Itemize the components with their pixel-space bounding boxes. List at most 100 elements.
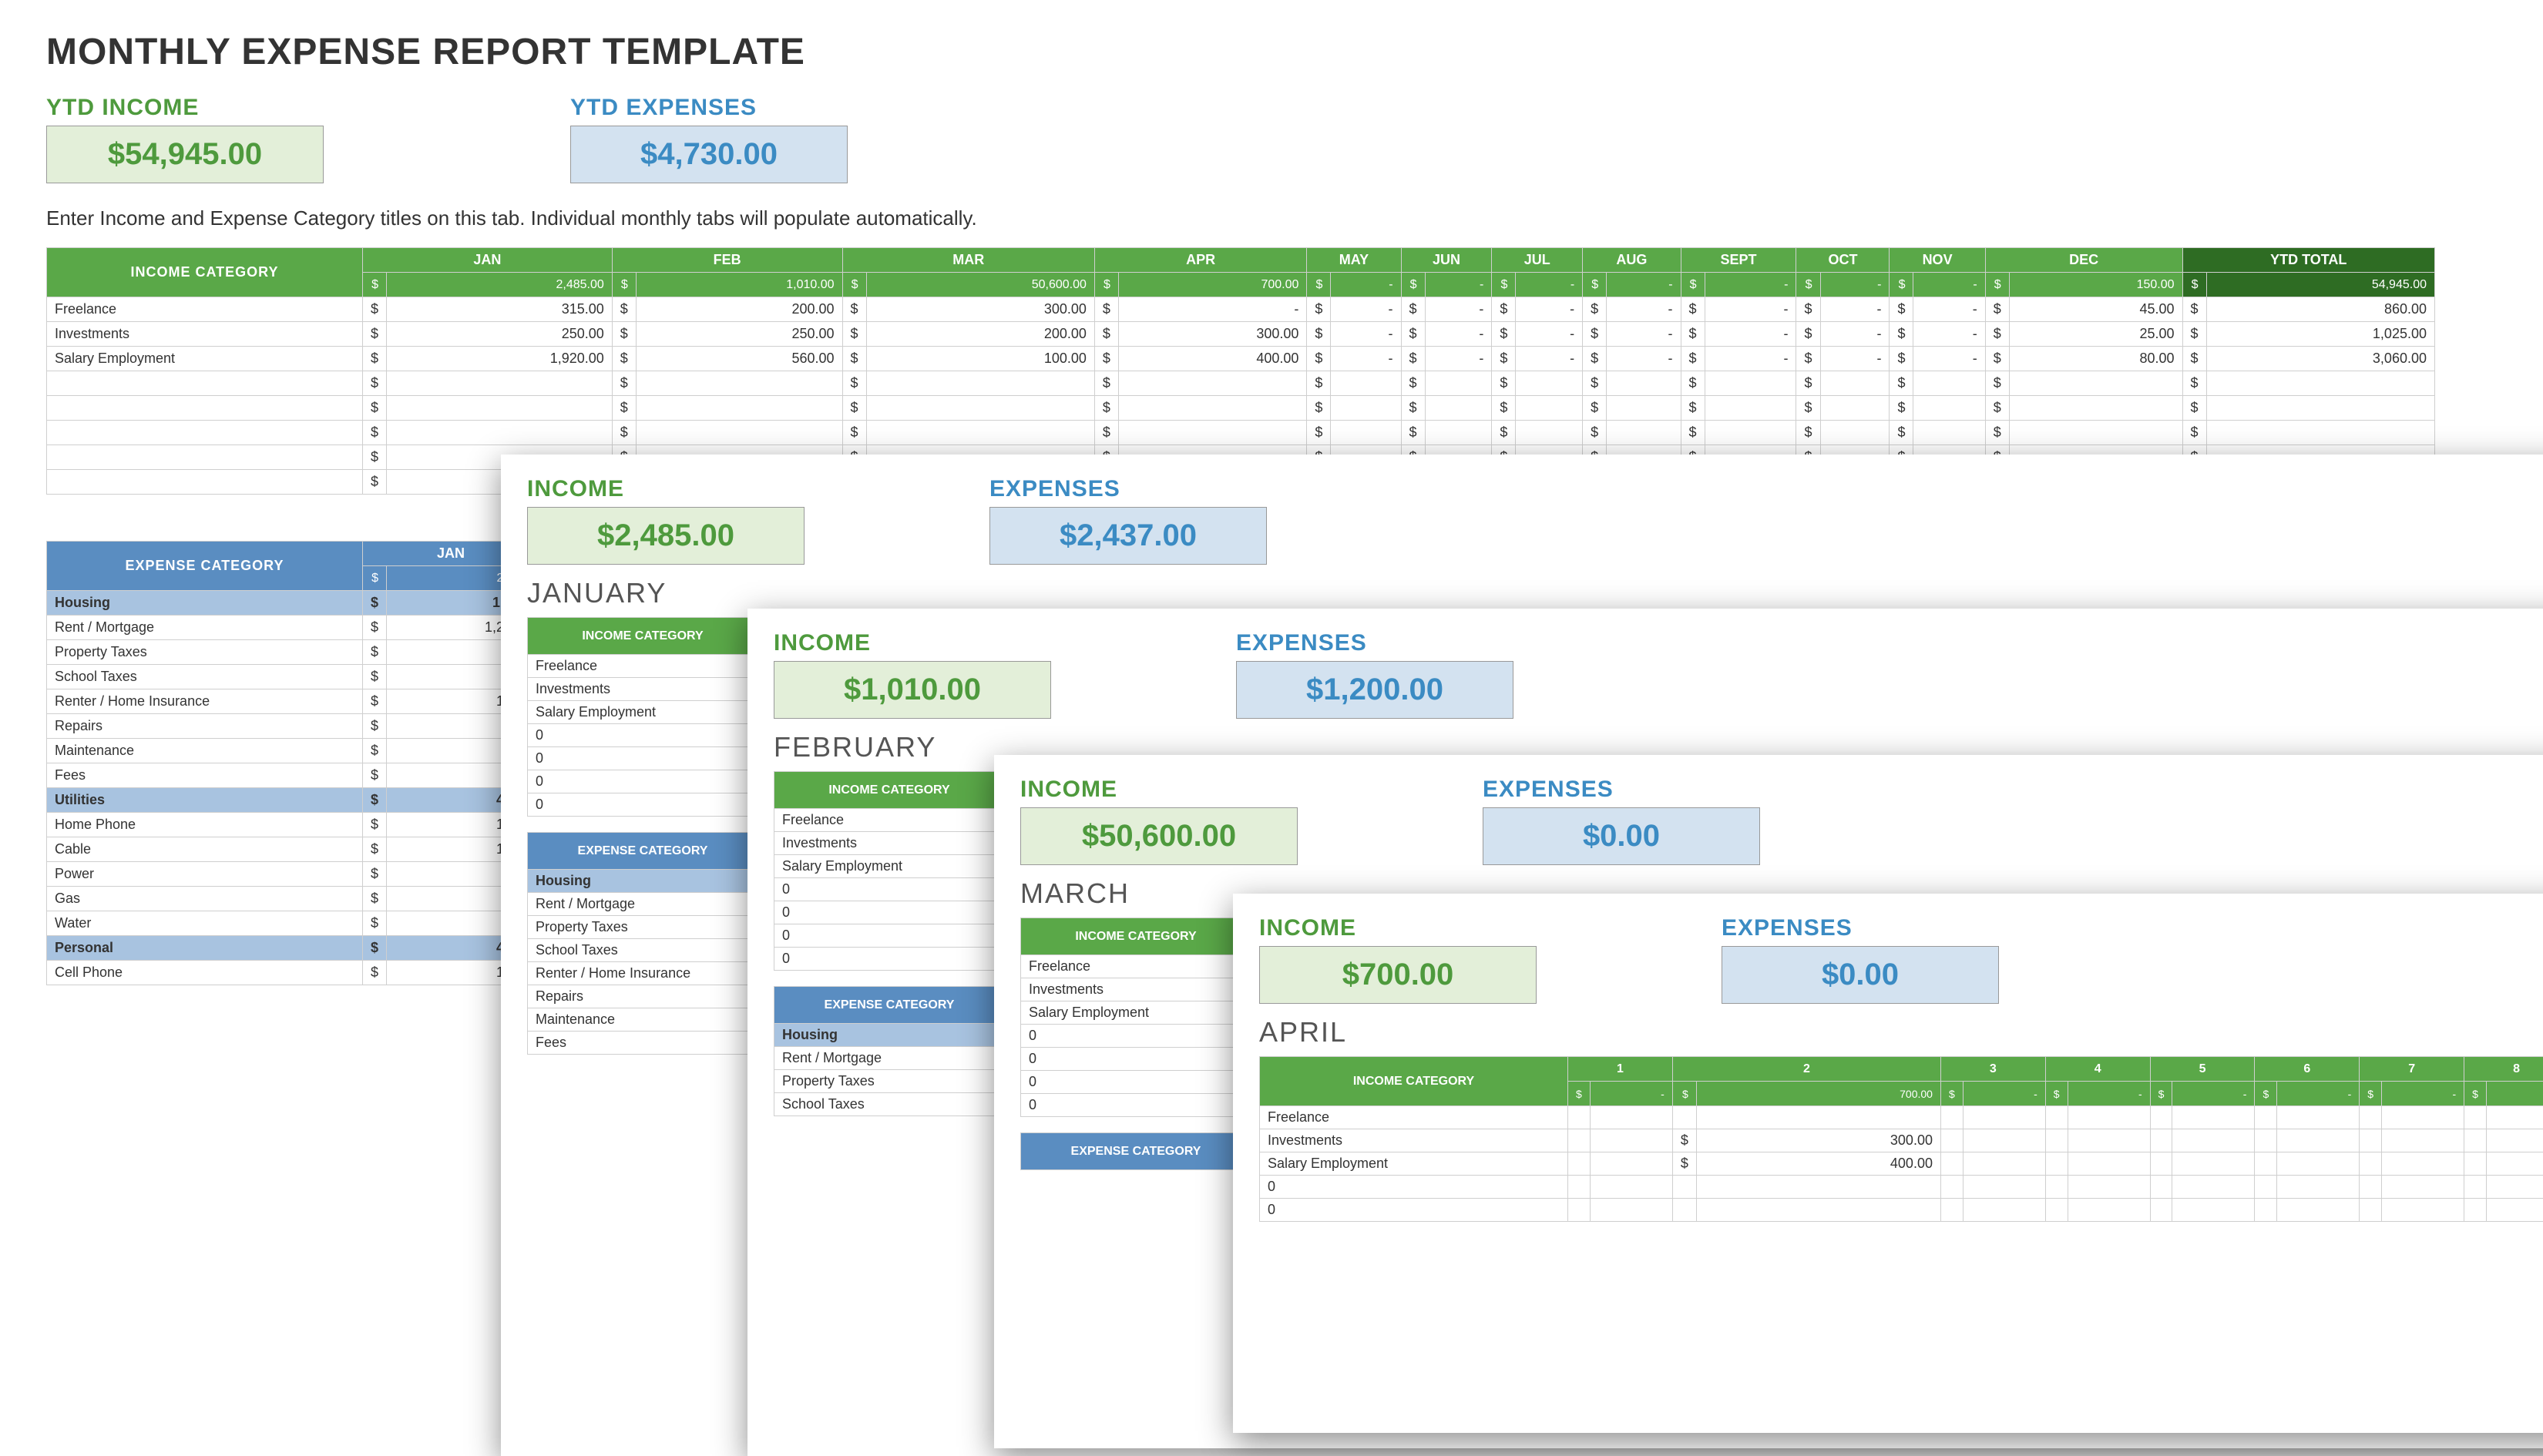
col-dec: DEC xyxy=(1985,248,2182,273)
list-item[interactable]: Property Taxes xyxy=(528,916,758,939)
list-item[interactable]: Fees xyxy=(528,1032,758,1055)
ytd-expenses-value: $4,730.00 xyxy=(570,126,848,183)
expense-row[interactable]: Personal$425.0 xyxy=(47,936,539,961)
list-item[interactable]: 0 xyxy=(528,770,758,793)
list-item[interactable]: Investments xyxy=(1021,978,1251,1001)
list-item[interactable]: 0 xyxy=(528,747,758,770)
feb-expense-cat-table[interactable]: EXPENSE CATEGORY HousingRent / MortgageP… xyxy=(774,986,1005,1116)
page-title: MONTHLY EXPENSE REPORT TEMPLATE xyxy=(46,31,2497,73)
table-row[interactable]: Freelance xyxy=(1260,1106,2543,1129)
expense-row[interactable]: Repairs$ xyxy=(47,714,539,739)
jan-income-cat-table[interactable]: INCOME CATEGORY FreelanceInvestmentsSala… xyxy=(527,617,758,817)
table-row[interactable]: Salary Employment$400.00 xyxy=(1260,1152,2543,1176)
mar-income-label: INCOME xyxy=(1020,777,1298,803)
list-item[interactable]: Housing xyxy=(774,1024,1005,1047)
expense-row[interactable]: Cell Phone$150.0 xyxy=(47,961,539,985)
jan-expenses-value: $2,437.00 xyxy=(989,507,1267,565)
feb-expense-cat-header: EXPENSE CATEGORY xyxy=(774,987,1005,1024)
expense-row[interactable]: Cable$145.0 xyxy=(47,837,539,862)
feb-income-cat-table[interactable]: INCOME CATEGORY FreelanceInvestmentsSala… xyxy=(774,771,1005,971)
income-row-blank[interactable]: $$$$$$$$$$$$$ xyxy=(47,396,2435,421)
jan-expenses-label: EXPENSES xyxy=(989,476,1267,502)
table-row[interactable]: Investments$300.00 xyxy=(1260,1129,2543,1152)
table-row[interactable]: 0 xyxy=(1260,1199,2543,1222)
list-item[interactable]: 0 xyxy=(774,878,1005,901)
list-item[interactable]: 0 xyxy=(528,793,758,817)
list-item[interactable]: 0 xyxy=(774,924,1005,948)
income-row[interactable]: Investments$250.00$250.00$200.00$300.00$… xyxy=(47,322,2435,347)
income-category-header: INCOME CATEGORY xyxy=(47,248,363,297)
income-row-blank[interactable]: $$$$$$$$$$$$$ xyxy=(47,371,2435,396)
expense-category-header: EXPENSE CATEGORY xyxy=(47,542,363,591)
expense-row[interactable]: Power$65.0 xyxy=(47,862,539,887)
list-item[interactable]: Salary Employment xyxy=(774,855,1005,878)
jan-expense-cat-table[interactable]: EXPENSE CATEGORY HousingRent / MortgageP… xyxy=(527,832,758,1055)
apr-expenses-label: EXPENSES xyxy=(1722,915,1999,941)
layer-april[interactable]: INCOME$700.00 EXPENSES$0.00 APRIL INCOME… xyxy=(1233,894,2543,1433)
list-item[interactable]: 0 xyxy=(1021,1025,1251,1048)
income-row[interactable]: Freelance$315.00$200.00$300.00$-$-$-$-$-… xyxy=(47,297,2435,322)
list-item[interactable]: 0 xyxy=(1021,1094,1251,1117)
mar-income-cat-table[interactable]: INCOME CATEGORY FreelanceInvestmentsSala… xyxy=(1020,918,1251,1117)
expense-row[interactable]: Maintenance$ xyxy=(47,739,539,763)
expense-row[interactable]: Utilities$487.0 xyxy=(47,788,539,813)
list-item[interactable]: 0 xyxy=(528,724,758,747)
list-item[interactable]: 0 xyxy=(1021,1048,1251,1071)
apr-income-table[interactable]: INCOME CATEGORY 1 2 3 4 5 6 7 8 $-$700.0… xyxy=(1259,1056,2543,1222)
expense-row[interactable]: Gas$80.0 xyxy=(47,887,539,911)
mar-income-cat-header: INCOME CATEGORY xyxy=(1021,918,1251,955)
list-item[interactable]: Renter / Home Insurance xyxy=(528,962,758,985)
list-item[interactable]: Investments xyxy=(774,832,1005,855)
expense-row[interactable]: Property Taxes$90.0 xyxy=(47,640,539,665)
list-item[interactable]: School Taxes xyxy=(528,939,758,962)
expense-row[interactable]: Home Phone$120.0 xyxy=(47,813,539,837)
list-item[interactable]: Salary Employment xyxy=(528,701,758,724)
list-item[interactable]: 0 xyxy=(774,901,1005,924)
expense-row[interactable]: Rent / Mortgage$1,200.0 xyxy=(47,616,539,640)
list-item[interactable]: Housing xyxy=(528,870,758,893)
expense-row[interactable]: Housing$1,500. xyxy=(47,591,539,616)
list-item[interactable]: 0 xyxy=(1021,1071,1251,1094)
mar-expenses-value: $0.00 xyxy=(1483,807,1760,865)
list-item[interactable]: Investments xyxy=(528,678,758,701)
list-item[interactable]: Maintenance xyxy=(528,1008,758,1032)
list-item[interactable]: Freelance xyxy=(528,655,758,678)
feb-expenses-label: EXPENSES xyxy=(1236,630,1513,656)
col-jun: JUN xyxy=(1401,248,1492,273)
list-item[interactable]: School Taxes xyxy=(774,1093,1005,1116)
list-item[interactable]: Rent / Mortgage xyxy=(774,1047,1005,1070)
expense-row[interactable]: Water$45.0 xyxy=(47,911,539,936)
list-item[interactable]: Freelance xyxy=(1021,955,1251,978)
list-item[interactable]: Salary Employment xyxy=(1021,1001,1251,1025)
jan-income-value: $2,485.00 xyxy=(527,507,805,565)
ytd-expenses-label: YTD EXPENSES xyxy=(570,95,848,121)
list-item[interactable]: Rent / Mortgage xyxy=(528,893,758,916)
col-aug: AUG xyxy=(1583,248,1681,273)
income-row[interactable]: Salary Employment$1,920.00$560.00$100.00… xyxy=(47,347,2435,371)
apr-col-6: 6 xyxy=(2255,1057,2360,1082)
feb-income-value: $1,010.00 xyxy=(774,661,1051,719)
apr-expenses-value: $0.00 xyxy=(1722,946,1999,1004)
mar-expense-cat-table[interactable]: EXPENSE CATEGORY xyxy=(1020,1132,1251,1170)
apr-month-title: APRIL xyxy=(1259,1016,2543,1048)
col-feb: FEB xyxy=(612,248,842,273)
list-item[interactable]: Property Taxes xyxy=(774,1070,1005,1093)
expense-row[interactable]: Renter / Home Insurance$120.0 xyxy=(47,689,539,714)
apr-col-8: 8 xyxy=(2464,1057,2543,1082)
income-row-blank[interactable]: $$$$$$$$$$$$$ xyxy=(47,421,2435,445)
jan-income-cat-header: INCOME CATEGORY xyxy=(528,618,758,655)
list-item[interactable]: Repairs xyxy=(528,985,758,1008)
expense-row[interactable]: School Taxes$90.0 xyxy=(47,665,539,689)
list-item[interactable]: 0 xyxy=(774,948,1005,971)
list-item[interactable]: Freelance xyxy=(774,809,1005,832)
apr-col-4: 4 xyxy=(2045,1057,2150,1082)
expense-table[interactable]: EXPENSE CATEGORY JAN $2,437. Housing$1,5… xyxy=(46,541,539,985)
ytd-kpi-row: YTD INCOME $54,945.00 YTD EXPENSES $4,73… xyxy=(46,95,2497,183)
jan-income-label: INCOME xyxy=(527,476,805,502)
col-mar: MAR xyxy=(842,248,1094,273)
ytd-income-label: YTD INCOME xyxy=(46,95,324,121)
table-row[interactable]: 0 xyxy=(1260,1176,2543,1199)
apr-col-3: 3 xyxy=(1940,1057,2045,1082)
col-may: MAY xyxy=(1307,248,1401,273)
expense-row[interactable]: Fees$ xyxy=(47,763,539,788)
